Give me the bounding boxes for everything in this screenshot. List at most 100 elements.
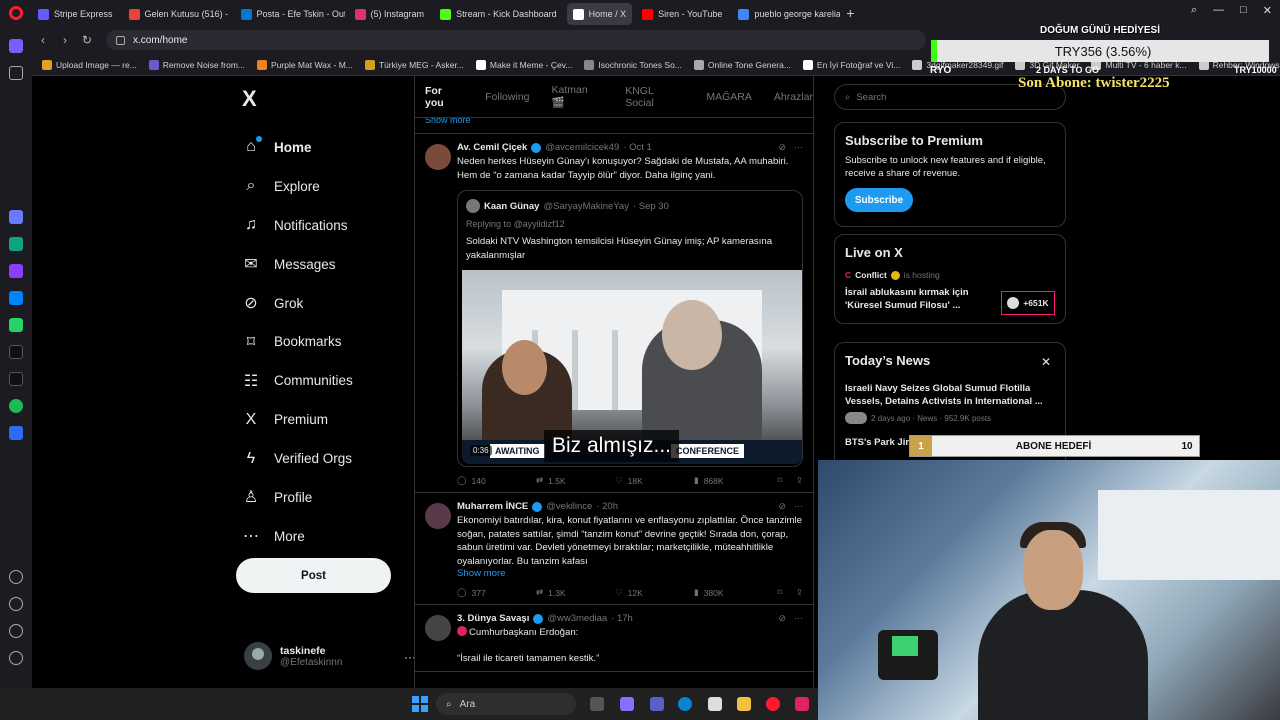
grok-icon[interactable]: ⊘ [778, 613, 786, 624]
tweet[interactable]: Av. Cemil Çiçek @avcemilcicek49 · Oct 1 … [415, 134, 813, 493]
bookmark-icon[interactable]: ⌑ [778, 475, 782, 486]
nav-item-notifications[interactable]: ♫ Notifications [242, 206, 353, 245]
views-button[interactable]: ▮ 868K [694, 475, 773, 486]
nav-item-messages[interactable]: ✉ Messages [242, 245, 353, 284]
home-sidebar-icon[interactable] [9, 39, 23, 53]
task-view-icon[interactable] [590, 697, 604, 711]
tweet-time[interactable]: · Oct 1 [623, 142, 652, 153]
avatar[interactable] [425, 615, 451, 641]
site-info-icon[interactable] [116, 35, 125, 45]
star-icon[interactable] [9, 66, 23, 80]
app-icon[interactable] [9, 264, 23, 278]
reload-icon[interactable]: ↻ [76, 33, 98, 47]
browser-tab[interactable]: Posta - Efe Tskin - Outlook [235, 3, 345, 25]
grok-icon[interactable]: ⊘ [778, 501, 786, 512]
bookmark-item[interactable]: Purple Mat Wax - M... [257, 59, 353, 70]
url-field[interactable]: x.com/home [106, 30, 926, 50]
nav-item-grok[interactable]: ⊘ Grok [242, 284, 353, 323]
avatar[interactable] [425, 144, 451, 170]
share-icon[interactable]: ⇪ [796, 587, 803, 598]
search-tabs-icon[interactable]: ⌕ [1191, 4, 1197, 17]
grok-icon[interactable]: ⊘ [778, 142, 786, 153]
nav-item-home[interactable]: ⌂ Home [242, 128, 353, 167]
avatar[interactable] [425, 503, 451, 529]
like-button[interactable]: ♡ 12K [615, 587, 694, 598]
bookmark-item[interactable]: Online Tone Genera... [693, 59, 791, 70]
taskbar-search[interactable]: ⌕ Ara [436, 693, 576, 715]
x-logo-icon[interactable]: X [242, 86, 257, 112]
subscribe-button[interactable]: Subscribe [845, 188, 913, 212]
close-icon[interactable]: ✕ [1041, 355, 1051, 369]
aria-icon[interactable] [9, 210, 23, 224]
new-tab-button[interactable]: + [840, 5, 860, 21]
more-dots-icon[interactable]: ··· [794, 142, 803, 153]
minimize-button[interactable]: — [1213, 4, 1224, 17]
like-button[interactable]: ♡ 18K [615, 475, 694, 486]
browser-tab[interactable]: Stripe Express [32, 3, 119, 25]
file-explorer-icon[interactable] [737, 697, 751, 711]
bookmark-item[interactable]: Upload Image — re... [42, 59, 137, 70]
quoted-tweet[interactable]: Kaan Günay @SaryayMakineYay · Sep 30 Rep… [457, 190, 803, 467]
views-button[interactable]: ▮ 380K [694, 587, 773, 598]
browser-tab[interactable]: pueblo george karelias - G [732, 3, 840, 25]
tweet-author-handle[interactable]: @ww3mediaa [547, 613, 607, 624]
close-window-button[interactable]: ✕ [1263, 4, 1272, 17]
reply-button[interactable]: ◯ 140 [457, 475, 536, 486]
nav-item-premium[interactable]: X Premium [242, 400, 353, 439]
app-icon[interactable] [795, 697, 809, 711]
edge-icon[interactable] [678, 697, 692, 711]
back-icon[interactable]: ‹ [32, 33, 54, 47]
timeline-tab[interactable]: For you [425, 85, 463, 109]
share-icon[interactable]: ⇪ [796, 475, 803, 486]
history-icon[interactable] [9, 597, 23, 611]
live-card[interactable]: Live on X C Conflict is hosting İsrail a… [834, 234, 1066, 324]
timeline-tab[interactable]: MAĞARA [706, 91, 752, 103]
tweet-author-name[interactable]: Av. Cemil Çiçek [457, 142, 527, 153]
tweet[interactable]: Muharrem İNCE @vekilince · 20h ⊘ ··· Eko… [415, 493, 813, 605]
player-icon[interactable] [9, 426, 23, 440]
settings-icon[interactable] [9, 624, 23, 638]
store-icon[interactable] [708, 697, 722, 711]
copilot-icon[interactable] [620, 697, 634, 711]
browser-tab[interactable]: Siren - YouTube [636, 3, 728, 25]
account-switcher[interactable]: taskinefe @Efetaskinnn ··· [244, 642, 416, 670]
nav-item-communities[interactable]: ☷ Communities [242, 361, 353, 400]
nav-item-bookmarks[interactable]: ⌑ Bookmarks [242, 322, 353, 361]
heart-icon[interactable] [9, 570, 23, 584]
bookmark-item[interactable]: Make it Meme - Çev... [475, 59, 572, 70]
nav-item-more[interactable]: ⋯ More [242, 517, 353, 556]
bookmark-item[interactable]: En İyi Fotoğraf ve Vi... [802, 59, 900, 70]
tweet-author-name[interactable]: 3. Dünya Savaşı [457, 613, 529, 624]
opera-icon[interactable] [766, 697, 780, 711]
windows-start-icon[interactable] [412, 696, 428, 712]
bookmark-item[interactable]: Isochronic Tones So... [584, 59, 682, 70]
nav-item-profile[interactable]: ♙ Profile [242, 478, 353, 517]
tiktok-icon[interactable] [9, 345, 23, 359]
repost-button[interactable]: ⇄ 1.5K [536, 475, 615, 486]
nav-item-explore[interactable]: ⌕ Explore [242, 167, 353, 206]
browser-tab[interactable]: Home / X [566, 3, 633, 25]
show-more-link[interactable]: Show more [415, 118, 813, 134]
repost-button[interactable]: ⇄ 1.3K [536, 587, 615, 598]
bookmark-item[interactable]: Türkiye MEG - Asker... [364, 59, 464, 70]
timeline-tab[interactable]: KNGL Social [625, 85, 684, 109]
teams-icon[interactable] [650, 697, 664, 711]
chatgpt-icon[interactable] [9, 237, 23, 251]
video-player[interactable]: AWAITING CONFERENCE Biz almışız... 0:36 [462, 270, 802, 464]
more-dots-icon[interactable]: ··· [794, 501, 803, 512]
bookmark-item[interactable]: Remove Noise from... [148, 59, 245, 70]
messenger-icon[interactable] [9, 291, 23, 305]
timeline-tab[interactable]: Ahrazlar [774, 91, 813, 103]
browser-tab[interactable]: (5) Instagram [349, 3, 431, 25]
spotify-icon[interactable] [9, 399, 23, 413]
news-item-title[interactable]: Israeli Navy Seizes Global Sumud Flotill… [845, 382, 1055, 408]
browser-tab[interactable]: Stream - Kick Dashboard [434, 3, 563, 25]
x-sidebar-icon[interactable] [9, 372, 23, 386]
tweet-author-name[interactable]: Muharrem İNCE [457, 501, 528, 512]
more-dots-icon[interactable]: ··· [794, 613, 803, 624]
forward-icon[interactable]: › [54, 33, 76, 47]
maximize-button[interactable]: □ [1240, 4, 1247, 17]
live-listener-count[interactable]: +651K [1001, 291, 1055, 315]
browser-tab[interactable]: Gelen Kutusu (516) - nosr [123, 3, 231, 25]
bookmark-icon[interactable]: ⌑ [778, 587, 782, 598]
